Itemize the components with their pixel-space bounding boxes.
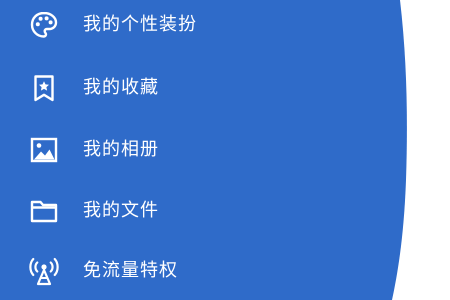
menu-item-files[interactable]: 我的文件 xyxy=(0,187,380,235)
menu-item-personalize[interactable]: 我的个性装扮 xyxy=(0,1,380,49)
side-drawer: 我的个性装扮 我的收藏 我的相册 我的文件 免流量特权 xyxy=(0,0,450,300)
folder-icon xyxy=(26,193,62,229)
palette-icon xyxy=(26,7,62,43)
menu-item-label: 免流量特权 xyxy=(83,260,178,281)
screen: 我的个性装扮 我的收藏 我的相册 我的文件 免流量特权 xyxy=(0,0,450,300)
drawer-menu: 我的个性装扮 我的收藏 我的相册 我的文件 免流量特权 xyxy=(0,0,400,300)
image-icon xyxy=(26,132,62,168)
menu-item-album[interactable]: 我的相册 xyxy=(0,126,380,174)
menu-item-label: 我的相册 xyxy=(83,139,159,160)
menu-item-label: 我的个性装扮 xyxy=(83,14,197,35)
menu-item-label: 我的文件 xyxy=(83,200,159,221)
menu-item-data-free[interactable]: 免流量特权 xyxy=(0,247,380,295)
menu-item-label: 我的收藏 xyxy=(83,77,159,98)
broadcast-tower-icon xyxy=(26,253,62,289)
menu-item-favorites[interactable]: 我的收藏 xyxy=(0,64,380,112)
bookmark-star-icon xyxy=(26,70,62,106)
